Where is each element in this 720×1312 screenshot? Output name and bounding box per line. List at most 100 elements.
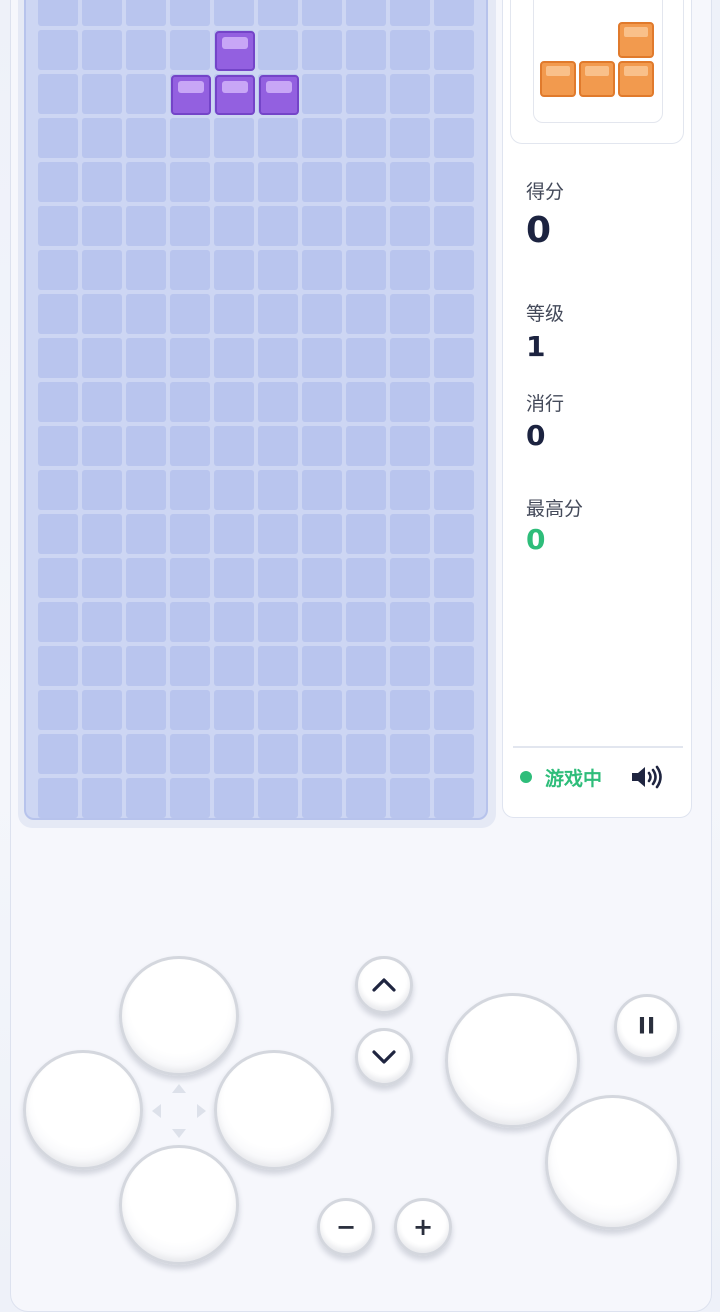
board-cell <box>82 118 122 158</box>
board-cell <box>126 294 166 334</box>
dpad-up-button[interactable] <box>119 956 239 1076</box>
board-cell <box>346 0 386 26</box>
board-cell <box>258 602 298 642</box>
board-cell <box>126 602 166 642</box>
level-value: 1 <box>526 330 546 363</box>
board-cell <box>126 646 166 686</box>
board-cell <box>214 294 254 334</box>
next-piece-block <box>579 61 615 97</box>
board-cell <box>170 206 210 246</box>
board-cell <box>346 558 386 598</box>
board-cell <box>302 558 342 598</box>
minus-button[interactable]: − <box>317 1198 375 1256</box>
board-cell <box>434 118 474 158</box>
board-cell <box>38 250 78 290</box>
board-cell <box>170 0 210 26</box>
board-cell <box>82 338 122 378</box>
board-cell <box>214 118 254 158</box>
board-cell <box>38 338 78 378</box>
chevron-up-icon <box>372 978 396 992</box>
board-cell <box>390 734 430 774</box>
drop-down-button[interactable] <box>355 1028 413 1086</box>
board-cell <box>302 118 342 158</box>
board-cell <box>258 690 298 730</box>
board-cell <box>434 162 474 202</box>
board-cell <box>38 382 78 422</box>
board-cell <box>390 294 430 334</box>
divider <box>513 746 683 748</box>
board-cell <box>214 0 254 26</box>
active-piece-block <box>259 75 299 115</box>
board-cell <box>126 250 166 290</box>
board-cell <box>346 338 386 378</box>
board-cell <box>126 30 166 70</box>
pause-icon: II <box>637 1014 657 1040</box>
board-cell <box>434 74 474 114</box>
board-cell <box>82 602 122 642</box>
pause-button[interactable]: II <box>614 994 680 1060</box>
board-cell <box>346 206 386 246</box>
board-cell <box>258 338 298 378</box>
plus-button[interactable]: + <box>394 1198 452 1256</box>
board-cell <box>434 558 474 598</box>
lines-value: 0 <box>526 419 546 452</box>
board-cell <box>170 294 210 334</box>
board-cell <box>126 426 166 466</box>
level-label: 等级 <box>526 303 565 325</box>
active-piece-block <box>215 75 255 115</box>
board-cell <box>302 30 342 70</box>
board-cell <box>346 250 386 290</box>
board-cell <box>390 558 430 598</box>
board-cell <box>434 30 474 70</box>
board-cell <box>346 30 386 70</box>
board-cell <box>126 734 166 774</box>
board-cell <box>214 558 254 598</box>
board-cell <box>258 30 298 70</box>
board-cell <box>214 602 254 642</box>
board-cell <box>346 734 386 774</box>
board-cell <box>434 294 474 334</box>
board-cell <box>170 602 210 642</box>
active-piece-block <box>171 75 211 115</box>
board-cell <box>302 470 342 510</box>
board-cell <box>214 470 254 510</box>
board-cell <box>38 734 78 774</box>
board-cell <box>38 426 78 466</box>
board-cell <box>38 206 78 246</box>
board-cell <box>390 74 430 114</box>
score-value: 0 <box>526 210 552 251</box>
board-cell <box>170 30 210 70</box>
rotate-up-button[interactable] <box>355 956 413 1014</box>
board-cell <box>214 646 254 686</box>
board-cell <box>346 470 386 510</box>
action-a-button[interactable] <box>445 993 580 1128</box>
board-cell <box>214 162 254 202</box>
board-cell <box>170 470 210 510</box>
board-cell <box>82 426 122 466</box>
action-b-button[interactable] <box>545 1095 680 1230</box>
board-cell <box>434 206 474 246</box>
dpad-down-button[interactable] <box>119 1145 239 1265</box>
speaker-icon[interactable] <box>630 764 666 790</box>
board-cell <box>214 338 254 378</box>
board-cell <box>170 338 210 378</box>
board-cell <box>434 602 474 642</box>
board-cell <box>170 514 210 554</box>
board-cell <box>82 382 122 422</box>
board-cell <box>126 690 166 730</box>
board-cell <box>434 250 474 290</box>
board-cell <box>38 778 78 818</box>
board-cell <box>346 426 386 466</box>
board-cell <box>82 206 122 246</box>
board-cell <box>82 470 122 510</box>
dpad-left-button[interactable] <box>23 1050 143 1170</box>
dpad-right-button[interactable] <box>214 1050 334 1170</box>
board-cell <box>390 0 430 26</box>
board-cell <box>302 690 342 730</box>
board-cell <box>302 602 342 642</box>
next-piece-block <box>618 22 654 58</box>
next-piece-preview <box>533 0 663 123</box>
board-cell <box>214 382 254 422</box>
board-cell <box>258 162 298 202</box>
board-cell <box>214 690 254 730</box>
